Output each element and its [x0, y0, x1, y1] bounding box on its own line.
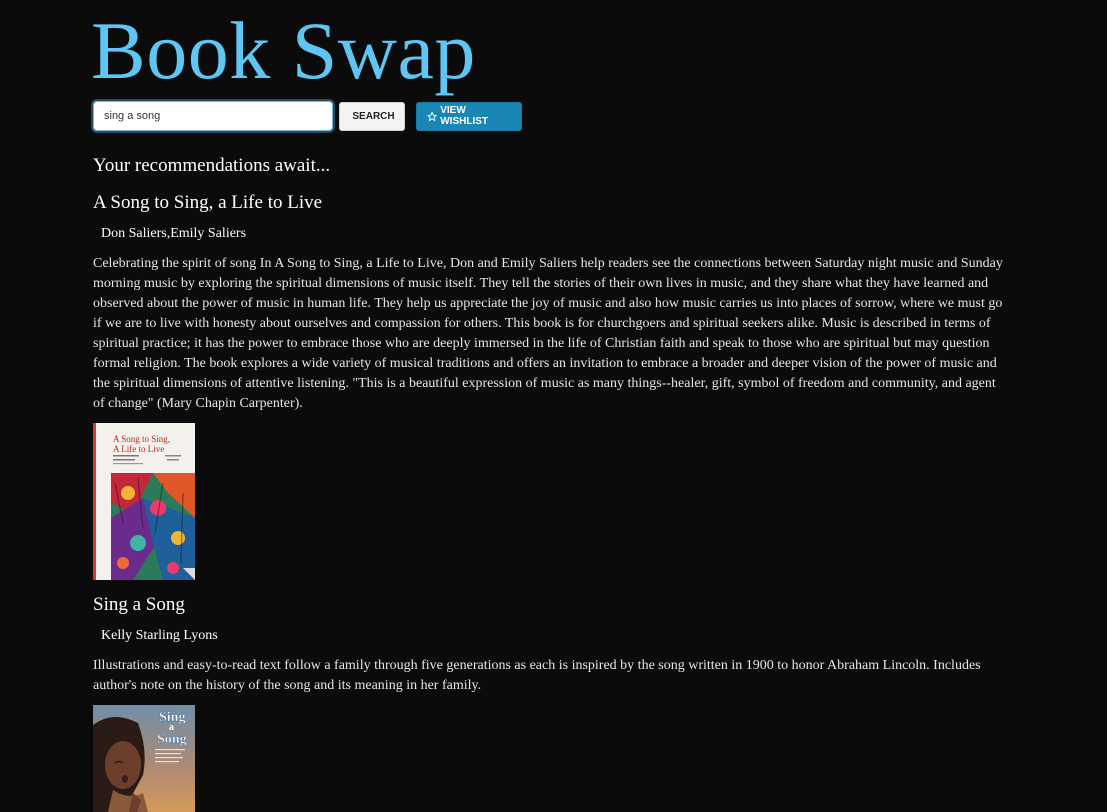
search-bar: Search View Wishlist	[93, 101, 522, 131]
recommendations-heading: Your recommendations await...	[93, 155, 331, 176]
book-cover-image[interactable]: A Song to Sing, A Life to Live	[93, 423, 195, 580]
search-input[interactable]	[93, 101, 333, 131]
star-icon	[427, 111, 437, 121]
book-description: Illustrations and easy-to-read text foll…	[93, 658, 981, 693]
view-wishlist-label: View Wishlist	[440, 105, 489, 127]
book-authors: Kelly Starling Lyons	[101, 628, 218, 643]
cover-title-line-1: A Song to Sing,	[113, 434, 170, 444]
view-wishlist-button[interactable]: View Wishlist	[416, 101, 522, 131]
book-title: A Song to Sing, a Life to Live	[93, 192, 323, 213]
book-description: Celebrating the spirit of song In A Song…	[93, 256, 1003, 411]
search-button-label: Search	[352, 110, 395, 122]
cover-title-line-3: Song	[157, 732, 187, 747]
app-title: Book Swap	[91, 5, 476, 96]
book-item: A Song to Sing, a Life to Live Don Salie…	[93, 192, 1005, 580]
search-button[interactable]: Search	[339, 101, 405, 131]
book-authors: Don Saliers,Emily Saliers	[101, 226, 247, 241]
book-cover-image[interactable]: Sing a Song	[93, 705, 195, 812]
cover-title-line-2: A Life to Live	[113, 444, 164, 454]
book-item: Sing a Song Kelly Starling Lyons Illustr…	[93, 594, 1005, 812]
book-title: Sing a Song	[93, 594, 185, 615]
